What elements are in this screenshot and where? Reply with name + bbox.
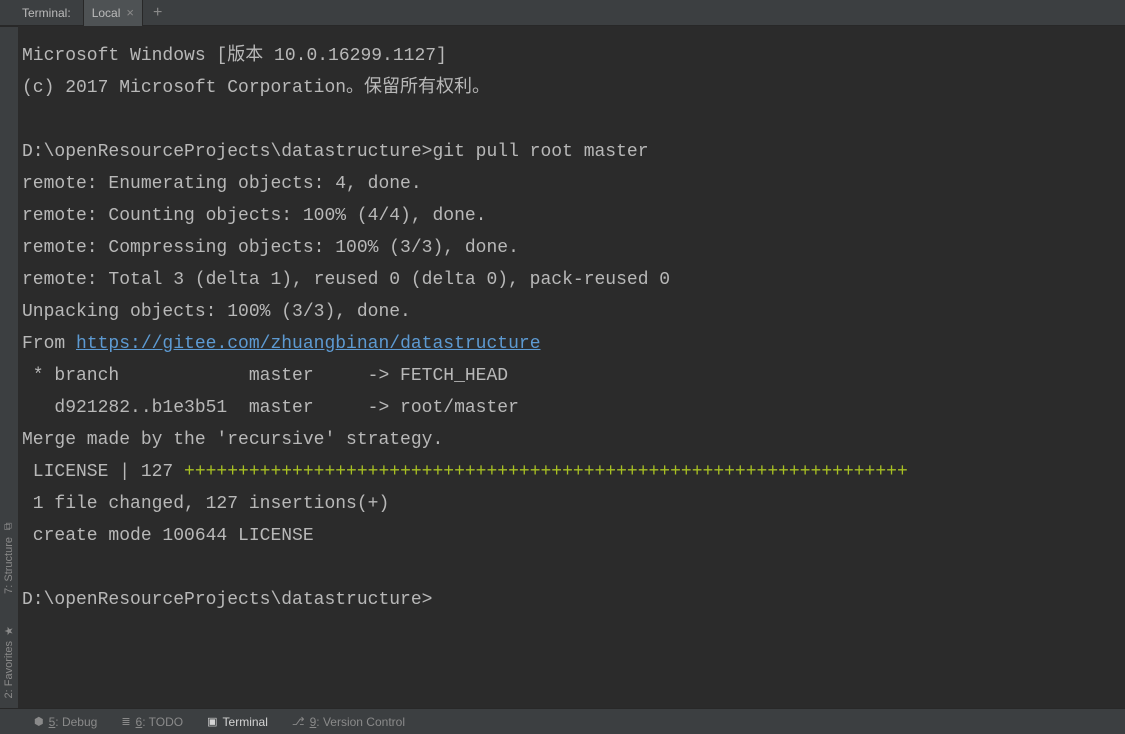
structure-tool-button[interactable]: 7: Structure ⧉	[3, 520, 15, 594]
repo-url-link[interactable]: https://gitee.com/zhuangbinan/datastruct…	[76, 334, 540, 354]
add-tab-icon[interactable]: +	[143, 4, 172, 22]
branch-icon: ⎇	[292, 715, 305, 728]
terminal-panel-label: Terminal:	[0, 6, 83, 20]
todo-tool-button[interactable]: ≣ 6: TODO	[109, 709, 195, 734]
version-control-tool-button[interactable]: ⎇ 9: Version Control	[280, 709, 417, 734]
terminal-line: D:\openResourceProjects\datastructure>	[22, 584, 1121, 616]
terminal-icon: ▣	[207, 715, 217, 728]
terminal-tool-button[interactable]: ▣ Terminal	[195, 709, 280, 734]
list-icon: ≣	[121, 715, 130, 728]
terminal-line: remote: Counting objects: 100% (4/4), do…	[22, 200, 1121, 232]
close-icon[interactable]: ×	[126, 6, 134, 19]
bottom-tool-bar: ⬢ 5: Debug ≣ 6: TODO ▣ Terminal ⎇ 9: Ver…	[0, 708, 1125, 734]
left-tool-gutter: 7: Structure ⧉ 2: Favorites ★	[0, 26, 18, 708]
favorites-tool-button[interactable]: 2: Favorites ★	[3, 624, 15, 698]
terminal-line: (c) 2017 Microsoft Corporation。保留所有权利。	[22, 72, 1121, 104]
debug-tool-button[interactable]: ⬢ 5: Debug	[22, 709, 109, 734]
bug-icon: ⬢	[34, 715, 44, 728]
terminal-tab-bar: Terminal: Local × +	[0, 0, 1125, 26]
terminal-output[interactable]: Microsoft Windows [版本 10.0.16299.1127] (…	[18, 26, 1125, 708]
terminal-line	[22, 104, 1121, 136]
terminal-line: * branch master -> FETCH_HEAD	[22, 360, 1121, 392]
terminal-line: remote: Compressing objects: 100% (3/3),…	[22, 232, 1121, 264]
star-icon: ★	[3, 625, 16, 635]
terminal-line: d921282..b1e3b51 master -> root/master	[22, 392, 1121, 424]
tab-label: Local	[92, 6, 121, 20]
structure-icon: ⧉	[2, 522, 15, 530]
terminal-line	[22, 552, 1121, 584]
terminal-line: create mode 100644 LICENSE	[22, 520, 1121, 552]
terminal-line: LICENSE | 127 ++++++++++++++++++++++++++…	[22, 456, 1121, 488]
terminal-line: Merge made by the 'recursive' strategy.	[22, 424, 1121, 456]
terminal-tab-local[interactable]: Local ×	[83, 0, 143, 26]
terminal-line: remote: Enumerating objects: 4, done.	[22, 168, 1121, 200]
terminal-line: 1 file changed, 127 insertions(+)	[22, 488, 1121, 520]
diff-additions: ++++++++++++++++++++++++++++++++++++++++…	[184, 462, 908, 482]
terminal-line: Microsoft Windows [版本 10.0.16299.1127]	[22, 40, 1121, 72]
terminal-line: From https://gitee.com/zhuangbinan/datas…	[22, 328, 1121, 360]
terminal-line: D:\openResourceProjects\datastructure>gi…	[22, 136, 1121, 168]
terminal-line: Unpacking objects: 100% (3/3), done.	[22, 296, 1121, 328]
terminal-line: remote: Total 3 (delta 1), reused 0 (del…	[22, 264, 1121, 296]
